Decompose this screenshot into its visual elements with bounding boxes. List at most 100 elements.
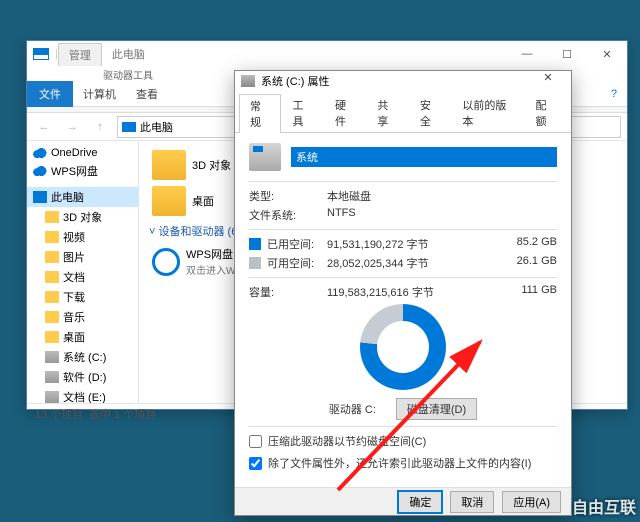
heading-text: 设备和驱动器 (6) [158,226,241,238]
dialog-body: 类型:本地磁盘 文件系统:NTFS 已用空间: 91,531,190,272 字节… [235,133,571,487]
forward-button[interactable]: → [61,116,83,138]
minimize-button[interactable]: — [507,41,547,67]
drive-icon [241,75,255,87]
drive-icon [45,351,59,363]
tree-label: 视频 [63,229,85,245]
row-capacity: 容量:119,583,215,616 字节111 GB [249,284,557,300]
compress-label: 压缩此驱动器以节约磁盘空间(C) [268,433,426,449]
tree-item[interactable]: 下载 [27,287,138,307]
tree-label: 音乐 [63,309,85,325]
ribbon-computer-tab[interactable]: 计算机 [73,81,126,107]
folder-icon [152,150,186,180]
value-human: 111 GB [501,284,557,300]
cloud-icon [33,165,47,177]
nav-tree: OneDrive WPS网盘 此电脑 3D 对象 视频 图片 文档 下载 音乐 … [27,141,139,403]
status-selected: 选中 1 个项目 [89,406,156,422]
apply-button[interactable]: 应用(A) [502,491,561,513]
tab-sharing[interactable]: 共享 [366,93,408,132]
index-checkbox-row: 除了文件属性外，还允许索引此驱动器上文件的内容(I) [249,455,557,471]
tree-item[interactable]: 桌面 [27,327,138,347]
disk-cleanup-button[interactable]: 磁盘清理(D) [396,398,477,420]
tree-onedrive[interactable]: OneDrive [27,145,138,161]
value-human: 26.1 GB [501,255,557,271]
drive-icon [45,391,59,403]
tree-item[interactable]: 音乐 [27,307,138,327]
tree-drive-c[interactable]: 系统 (C:) [27,347,138,367]
tree-label: 3D 对象 [63,209,102,225]
drive-name-row [249,143,557,171]
tab-general[interactable]: 常规 [239,94,281,133]
folder-icon [45,231,59,243]
row-free: 可用空间:28,052,025,344 字节26.1 GB [249,255,557,271]
drive-name-input[interactable] [291,147,557,167]
dialog-tabs: 常规 工具 硬件 共享 安全 以前的版本 配额 [235,93,571,133]
label: 已用空间: [267,239,314,251]
dialog-footer: 确定 取消 应用(A) [235,487,571,515]
tree-item[interactable]: 图片 [27,247,138,267]
item-label: WPS网盘 [186,246,235,262]
dialog-close-button[interactable]: ✕ [531,71,565,91]
folder-icon [45,311,59,323]
folder-icon [45,251,59,263]
label: 容量: [249,284,327,300]
folder-icon [45,331,59,343]
tab-tools[interactable]: 工具 [281,93,323,132]
pc-icon [33,191,47,203]
tab-previous[interactable]: 以前的版本 [451,93,524,132]
back-button[interactable]: ← [33,116,55,138]
titlebar-tab-manage[interactable]: 管理 [58,43,102,66]
value: 91,531,190,272 字节 [327,236,501,252]
free-swatch-icon [249,257,261,269]
tree-this-pc[interactable]: 此电脑 [27,187,138,207]
drive-letter-label: 驱动器 C: [329,401,376,417]
item-label: 3D 对象 [192,157,231,173]
index-checkbox[interactable] [249,457,262,470]
titlebar-context: 此电脑 [102,43,155,65]
tab-hardware[interactable]: 硬件 [324,93,366,132]
divider [249,426,557,427]
drive-icon [45,371,59,383]
tree-item[interactable]: 3D 对象 [27,207,138,227]
tree-item[interactable]: 视频 [27,227,138,247]
row-used: 已用空间:91,531,190,272 字节85.2 GB [249,236,557,252]
label: 文件系统: [249,207,327,223]
compress-checkbox-row: 压缩此驱动器以节约磁盘空间(C) [249,433,557,449]
value: 119,583,215,616 字节 [327,284,501,300]
tree-label: 下载 [63,289,85,305]
tree-label: 桌面 [63,329,85,345]
ok-button[interactable]: 确定 [398,491,442,513]
value: 本地磁盘 [327,188,557,204]
drive-icon [249,143,281,171]
label: 可用空间: [267,258,314,270]
ribbon-file-tab[interactable]: 文件 [27,81,73,107]
tree-label: 图片 [63,249,85,265]
item-sublabel: 双击进入W [186,262,235,277]
tree-label: 文档 (E:) [63,389,106,403]
tree-wps[interactable]: WPS网盘 [27,161,138,181]
status-count: 13 个项目 [35,406,83,422]
ribbon-view-tab[interactable]: 查看 [126,81,168,107]
tree-drive-e[interactable]: 文档 (E:) [27,387,138,403]
divider [249,181,557,182]
tree-item[interactable]: 文档 [27,267,138,287]
cancel-button[interactable]: 取消 [450,491,494,513]
explorer-titlebar: | 管理 此电脑 — ☐ ✕ [27,41,627,67]
tab-quota[interactable]: 配额 [525,93,567,132]
tab-security[interactable]: 安全 [409,93,451,132]
tree-label: 此电脑 [51,189,84,205]
drive-properties-dialog: 系统 (C:) 属性 ✕ 常规 工具 硬件 共享 安全 以前的版本 配额 类型:… [234,70,572,516]
index-label: 除了文件属性外，还允许索引此驱动器上文件的内容(I) [268,455,531,471]
folder-icon [152,186,186,216]
tree-drive-d[interactable]: 软件 (D:) [27,367,138,387]
maximize-button[interactable]: ☐ [547,41,587,67]
compress-checkbox[interactable] [249,435,262,448]
divider [249,229,557,230]
close-button[interactable]: ✕ [587,41,627,67]
used-swatch-icon [249,238,261,250]
tree-label: 系统 (C:) [63,349,106,365]
up-button[interactable]: ↑ [89,116,111,138]
row-filesystem: 文件系统:NTFS [249,207,557,223]
pc-icon [33,48,49,60]
help-button[interactable]: ? [601,88,627,100]
row-type: 类型:本地磁盘 [249,188,557,204]
